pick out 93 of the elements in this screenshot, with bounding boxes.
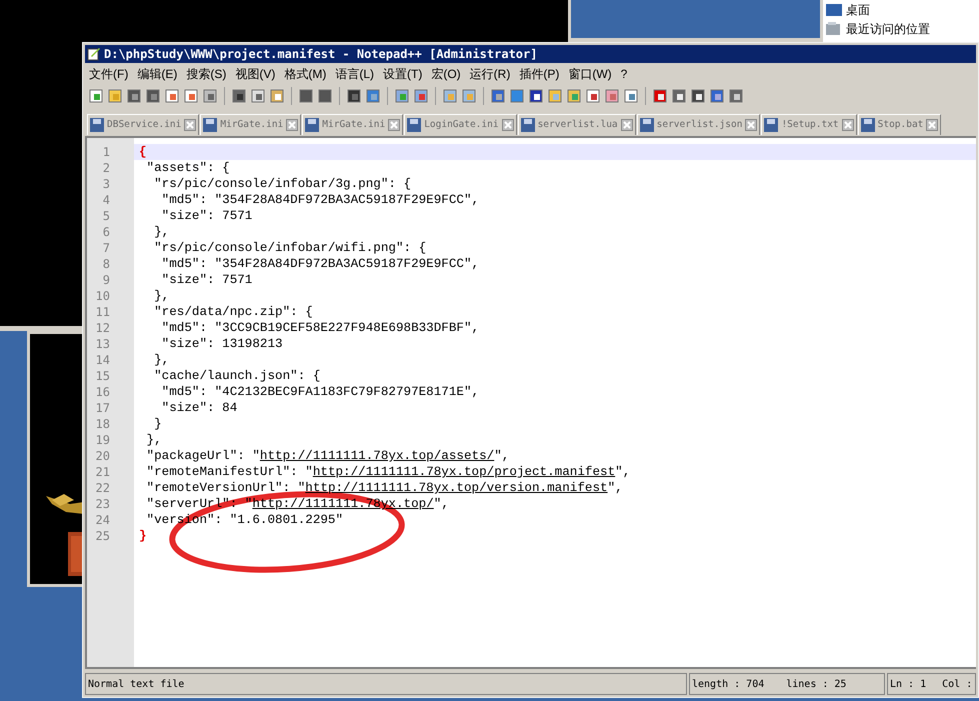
line-number: 15 [94,368,111,384]
line-number: 3 [102,176,111,192]
line-number: 25 [94,528,111,544]
code-text: }, [153,288,170,304]
line-number: 6 [102,224,111,240]
brace: } [139,528,147,544]
close-icon[interactable] [388,119,400,131]
line-number: 22 [94,480,111,496]
code-text: "packageUrl": " [146,448,260,464]
menu-item[interactable]: 窗口(W) [568,65,612,83]
close-icon[interactable] [745,119,758,131]
code-text: "size": 7571 [160,208,252,224]
code-text: "size": 7571 [160,272,252,288]
file-tab[interactable]: MirGate.ini [302,114,404,135]
line-number: 19 [94,432,111,448]
menu-item[interactable]: 设置(T) [383,65,422,83]
code-text: }, [146,432,162,448]
code-text: "md5": "4C2132BEC9FA1183FC79F82797E8171E", [160,384,480,400]
line-position-label: Ln : 1 [890,678,926,692]
length-label: length : 704 [692,678,764,692]
url-link[interactable]: http://1111111.78yx.top/version.manifest [305,480,608,496]
line-number: 17 [94,400,111,416]
code-text: ", [615,464,630,480]
line-number: 9 [102,272,111,288]
code-text: "md5": "354F28A84DF972BA3AC59187F29E9FCC", [160,192,480,208]
code-text: "size": 84 [160,400,238,416]
code-text: ", [494,448,510,464]
menu-item[interactable]: 插件(P) [519,65,560,83]
menu-item[interactable]: 语言(L) [335,65,374,83]
file-tab[interactable]: !Setup.txt [761,114,857,135]
line-number: 20 [94,448,111,464]
notepad-icon [87,47,101,61]
line-number: 11 [94,304,111,320]
menu-item[interactable]: 文件(F) [89,65,128,83]
close-icon[interactable] [842,119,854,131]
line-number: 13 [94,336,111,352]
code-text: }, [153,352,170,368]
code-text: "res/data/npc.zip": { [153,304,313,320]
code-text: "md5": "354F28A84DF972BA3AC59187F29E9FCC", [160,256,480,272]
menu-item[interactable]: 格式(M) [284,65,326,83]
code-text: "assets": { [146,160,230,176]
code-text: ", [608,480,623,496]
close-icon[interactable] [286,119,298,131]
line-number: 1 [102,144,111,160]
close-icon[interactable] [184,119,196,131]
menu-item[interactable]: 编辑(E) [137,65,178,83]
code-text: "rs/pic/console/infobar/3g.png": { [153,176,412,192]
code-text: ", [434,496,449,512]
line-number: 8 [102,256,111,272]
line-number: 4 [102,192,111,208]
close-icon[interactable] [620,119,633,131]
line-number: 16 [94,384,111,400]
explorer-item[interactable]: 最近访问的位置 [826,19,976,38]
line-number: 12 [94,320,111,336]
line-number: 2 [102,160,111,176]
file-tab[interactable]: MirGate.ini [200,114,302,135]
line-number: 18 [94,416,111,432]
url-link[interactable]: http://1111111.78yx.top/project.manifest [312,464,616,480]
line-number: 24 [94,512,111,528]
line-number: 23 [94,496,111,512]
line-number: 14 [94,352,111,368]
lines-label: lines : 25 [786,678,846,692]
code-text: "remoteManifestUrl": " [146,464,313,480]
file-tab[interactable]: LoginGate.ini [404,114,517,135]
desktop-icon [826,4,842,16]
menu-item[interactable]: 搜索(S) [186,65,226,83]
code-text: }, [153,224,170,240]
column-label: Col : [942,678,972,692]
close-icon[interactable] [502,119,514,131]
file-tab[interactable]: serverlist.lua [518,114,636,135]
file-tab[interactable]: serverlist.json [636,114,760,135]
code-text: "remoteVersionUrl": " [146,480,306,496]
menu-item[interactable]: 宏(O) [431,65,461,83]
close-icon[interactable] [926,119,938,131]
file-tab[interactable]: Stop.bat [858,114,942,135]
menu-item[interactable]: 视图(V) [235,65,276,83]
code-text: "md5": "3CC9CB19CEF58E227F948E698B33DFBF", [160,320,480,336]
code-text: "size": 13198213 [160,336,283,352]
line-number: 5 [102,208,111,224]
line-number: 7 [102,240,111,256]
code-text: } [153,416,162,432]
menu-item[interactable]: 运行(R) [470,65,510,83]
url-link[interactable]: http://1111111.78yx.top/assets/ [260,448,494,464]
line-number: 21 [94,464,111,480]
code-text: "rs/pic/console/infobar/wifi.png": { [153,240,426,256]
file-tab[interactable]: DBService.ini [87,114,200,135]
menu-item[interactable]: ? [620,65,628,83]
line-number: 10 [94,288,111,304]
window-title: D:\phpStudy\WWW\project.manifest - Notepad++ [Administrator] [104,46,538,63]
explorer-item[interactable]: 桌面 [826,0,976,19]
brace: { [139,144,147,160]
file-type-label: Normal text file [85,673,687,695]
code-text: "cache/launch.json": { [153,368,320,384]
